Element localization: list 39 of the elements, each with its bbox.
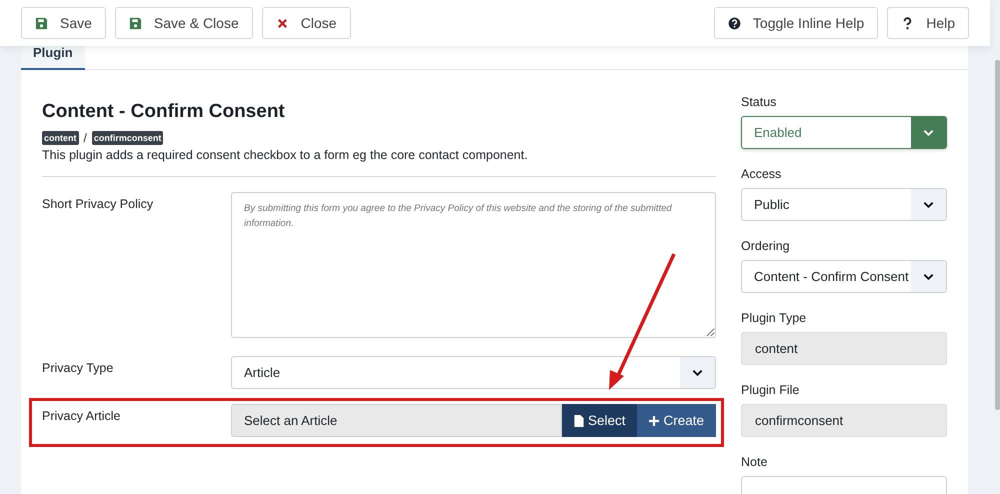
dropdown[interactable]: Article: [231, 356, 716, 389]
chevron-down-icon: [923, 200, 934, 208]
dropdown[interactable]: Public: [741, 188, 947, 221]
chevron-down-icon: [923, 128, 934, 136]
field-label: Privacy Article: [42, 408, 122, 425]
toolbar-button[interactable]: Toggle Inline Help: [714, 7, 878, 39]
textarea-field[interactable]: By submitting this form you agree to the Privacy Policy of this website and the storing of the submitted information.: [231, 192, 716, 338]
dropdown[interactable]: Content - Confirm Consent: [741, 260, 947, 293]
field-label: Plugin Type: [741, 311, 808, 325]
field-label: Plugin File: [741, 383, 800, 397]
tag-separator: /: [84, 131, 87, 145]
plugin-title: Content - Confirm Consent: [42, 101, 286, 123]
close-icon: [276, 16, 289, 30]
field-label: Note: [741, 455, 768, 469]
tab[interactable]: Plugin: [21, 45, 85, 70]
toolbar-button[interactable]: Save: [21, 7, 106, 39]
plugin-description: This plugin adds a required consent checkbox to a form eg the core contact component.: [42, 148, 529, 162]
file-icon: [574, 414, 584, 426]
field-label: Privacy Type: [42, 360, 114, 377]
field-label: Access: [741, 167, 782, 181]
readonly-field: confirmconsent: [741, 404, 947, 437]
article-field[interactable]: Select an Article: [231, 404, 562, 437]
tag: content: [42, 131, 78, 145]
create-button[interactable]: Create: [637, 404, 716, 437]
field-label: Short Privacy Policy: [42, 196, 154, 213]
pick-button[interactable]: Select: [562, 404, 638, 437]
plus-icon: [649, 414, 660, 426]
field-label: Status: [741, 95, 778, 109]
help-icon: [728, 16, 741, 30]
field-label: Ordering: [741, 239, 791, 253]
toolbar-button[interactable]: Close: [262, 7, 351, 39]
status-select[interactable]: Enabled: [741, 116, 947, 149]
tag: confirmconsent: [92, 131, 164, 145]
scrollbar[interactable]: [995, 60, 1000, 410]
readonly-field: content: [741, 332, 947, 365]
toolbar-button[interactable]: Help: [887, 7, 969, 39]
chevron-down-icon: [923, 272, 934, 280]
chevron-down-icon: [692, 368, 703, 376]
toolbar-button[interactable]: Save & Close: [114, 7, 253, 39]
